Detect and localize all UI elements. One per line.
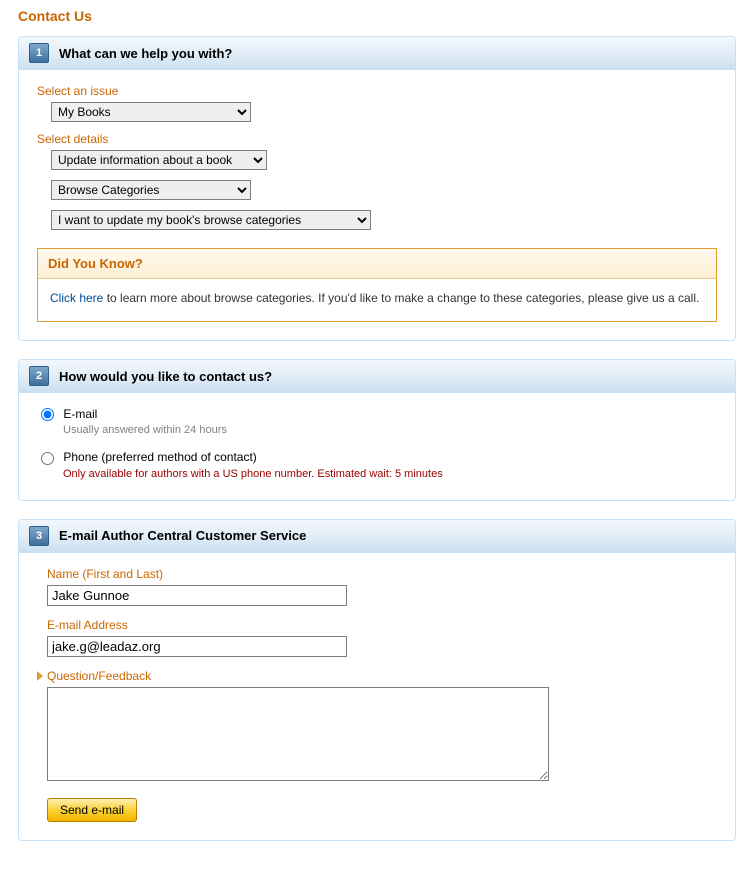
panel-step-3: 3 E-mail Author Central Customer Service… <box>18 519 736 841</box>
email-input[interactable] <box>47 636 347 657</box>
step-number-2: 2 <box>29 366 49 386</box>
did-you-know-text: to learn more about browse categories. I… <box>103 291 699 305</box>
panel-title-3: E-mail Author Central Customer Service <box>59 528 306 543</box>
email-radio-row[interactable]: E-mail <box>41 407 97 421</box>
name-label: Name (First and Last) <box>47 567 717 581</box>
email-address-label: E-mail Address <box>47 618 717 632</box>
page-title: Contact Us <box>18 8 736 24</box>
panel-body-3: Name (First and Last) E-mail Address Que… <box>19 553 735 840</box>
detail-select-2[interactable]: Browse Categories <box>51 180 251 200</box>
step-number-3: 3 <box>29 526 49 546</box>
feedback-textarea[interactable] <box>47 687 549 781</box>
panel-header-1: 1 What can we help you with? <box>19 37 735 70</box>
phone-radio-row[interactable]: Phone (preferred method of contact) <box>41 450 257 464</box>
detail-select-1[interactable]: Update information about a book <box>51 150 267 170</box>
panel-title-2: How would you like to contact us? <box>59 369 272 384</box>
panel-header-3: 3 E-mail Author Central Customer Service <box>19 520 735 553</box>
panel-body-1: Select an issue My Books Select details … <box>19 70 735 340</box>
send-email-button[interactable]: Send e-mail <box>47 798 137 822</box>
phone-subtext: Only available for authors with a US pho… <box>63 468 717 480</box>
select-details-label: Select details <box>37 132 717 146</box>
name-input[interactable] <box>47 585 347 606</box>
contact-option-phone: Phone (preferred method of contact) Only… <box>41 450 717 479</box>
did-you-know-title: Did You Know? <box>38 249 716 279</box>
contact-option-email: E-mail Usually answered within 24 hours <box>41 407 717 436</box>
panel-step-2: 2 How would you like to contact us? E-ma… <box>18 359 736 501</box>
email-radio-label: E-mail <box>63 407 97 421</box>
caret-icon <box>37 671 43 681</box>
click-here-link[interactable]: Click here <box>50 291 103 305</box>
step-number-1: 1 <box>29 43 49 63</box>
panel-body-2: E-mail Usually answered within 24 hours … <box>19 393 735 500</box>
phone-radio[interactable] <box>41 452 54 465</box>
question-label-row: Question/Feedback <box>47 669 717 683</box>
panel-header-2: 2 How would you like to contact us? <box>19 360 735 393</box>
did-you-know-box: Did You Know? Click here to learn more a… <box>37 248 717 322</box>
email-radio[interactable] <box>41 408 54 421</box>
email-subtext: Usually answered within 24 hours <box>63 424 717 436</box>
detail-select-3[interactable]: I want to update my book's browse catego… <box>51 210 371 230</box>
issue-select[interactable]: My Books <box>51 102 251 122</box>
did-you-know-body: Click here to learn more about browse ca… <box>38 279 716 321</box>
panel-step-1: 1 What can we help you with? Select an i… <box>18 36 736 341</box>
panel-title-1: What can we help you with? <box>59 46 232 61</box>
question-label: Question/Feedback <box>47 669 151 683</box>
select-issue-label: Select an issue <box>37 84 717 98</box>
phone-radio-label: Phone (preferred method of contact) <box>63 450 256 464</box>
